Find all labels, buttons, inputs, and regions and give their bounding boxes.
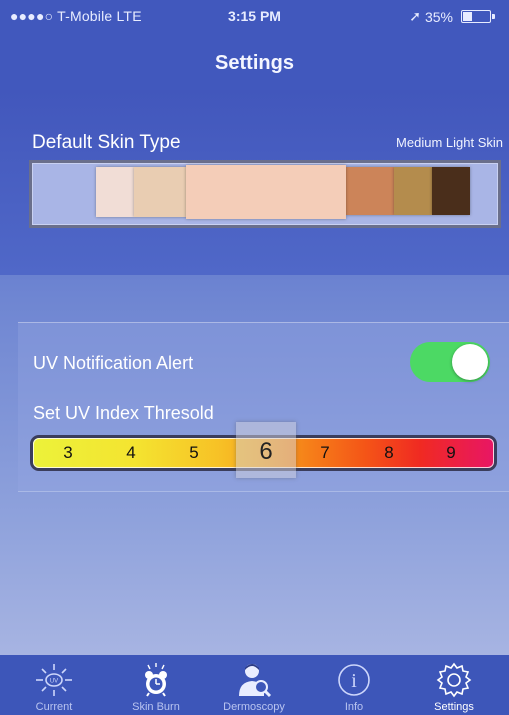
- sun-uv-icon: UV: [36, 664, 72, 696]
- skin-type-section: Default Skin Type Medium Light Skin: [0, 90, 509, 275]
- skin-type-label: Default Skin Type: [32, 132, 181, 153]
- tab-settings[interactable]: Settings: [406, 655, 502, 715]
- status-right: ➚ 35%: [409, 8, 495, 25]
- tab-skin-burn[interactable]: Skin Burn: [108, 655, 204, 715]
- doctor-magnifier-icon: [239, 664, 272, 698]
- tab-dermoscopy[interactable]: Dermoscopy: [206, 655, 302, 715]
- skin-swatch-medium[interactable]: [346, 167, 394, 215]
- location-arrow-icon: ➚: [409, 8, 421, 24]
- status-bar: ●●●●○ T-Mobile LTE 3:15 PM ➚ 35%: [0, 0, 509, 40]
- skin-swatch-medium-light[interactable]: [186, 165, 346, 219]
- tab-label-current: Current: [35, 701, 73, 713]
- uv-threshold-label: Set UV Index Thresold: [33, 403, 214, 423]
- selected-skin-type: Medium Light Skin: [396, 135, 503, 150]
- svg-text:UV: UV: [50, 679, 58, 685]
- uv-settings-section: UV Notification Alert Set UV Index Thres…: [18, 322, 509, 492]
- tab-label-info: Info: [344, 701, 364, 713]
- skin-swatch-very-dark[interactable]: [432, 167, 470, 215]
- uv-value-9[interactable]: 9: [431, 443, 471, 463]
- info-icon: i: [338, 664, 370, 696]
- battery-fill: [463, 12, 472, 21]
- skin-swatch-dark[interactable]: [394, 167, 432, 215]
- navigation-bar: Settings: [0, 40, 509, 90]
- svg-text:i: i: [351, 670, 357, 692]
- battery-tip: [492, 14, 495, 19]
- toggle-knob: [452, 344, 488, 380]
- gear-icon: [436, 662, 472, 698]
- skin-swatch-very-light[interactable]: [96, 167, 134, 217]
- tab-label-skin-burn: Skin Burn: [132, 701, 180, 713]
- uv-value-3[interactable]: 3: [48, 443, 88, 463]
- uv-notification-toggle[interactable]: [410, 342, 490, 382]
- skin-swatch-light[interactable]: [134, 167, 186, 217]
- uv-value-8[interactable]: 8: [369, 443, 409, 463]
- uv-notification-label: UV Notification Alert: [33, 353, 194, 373]
- uv-value-7[interactable]: 7: [305, 443, 345, 463]
- tab-label-settings: Settings: [434, 701, 474, 713]
- tab-bar: UV Current Skin Burn Dermoscopy i Info S…: [0, 655, 509, 715]
- battery-percent: 35%: [424, 8, 453, 25]
- page-title: Settings: [215, 52, 294, 74]
- uv-value-5[interactable]: 5: [174, 443, 214, 463]
- uv-index-slider[interactable]: 3 4 5 6 7 8 9: [30, 422, 497, 478]
- uv-value-4[interactable]: 4: [111, 443, 151, 463]
- uv-selected-value[interactable]: 6: [236, 438, 296, 466]
- tab-label-dermoscopy: Dermoscopy: [223, 701, 285, 713]
- tab-current[interactable]: UV Current: [6, 655, 102, 715]
- battery-icon: [461, 10, 495, 23]
- alarm-clock-icon: [145, 663, 167, 697]
- skin-type-picker[interactable]: [29, 160, 501, 228]
- tab-info[interactable]: i Info: [306, 655, 402, 715]
